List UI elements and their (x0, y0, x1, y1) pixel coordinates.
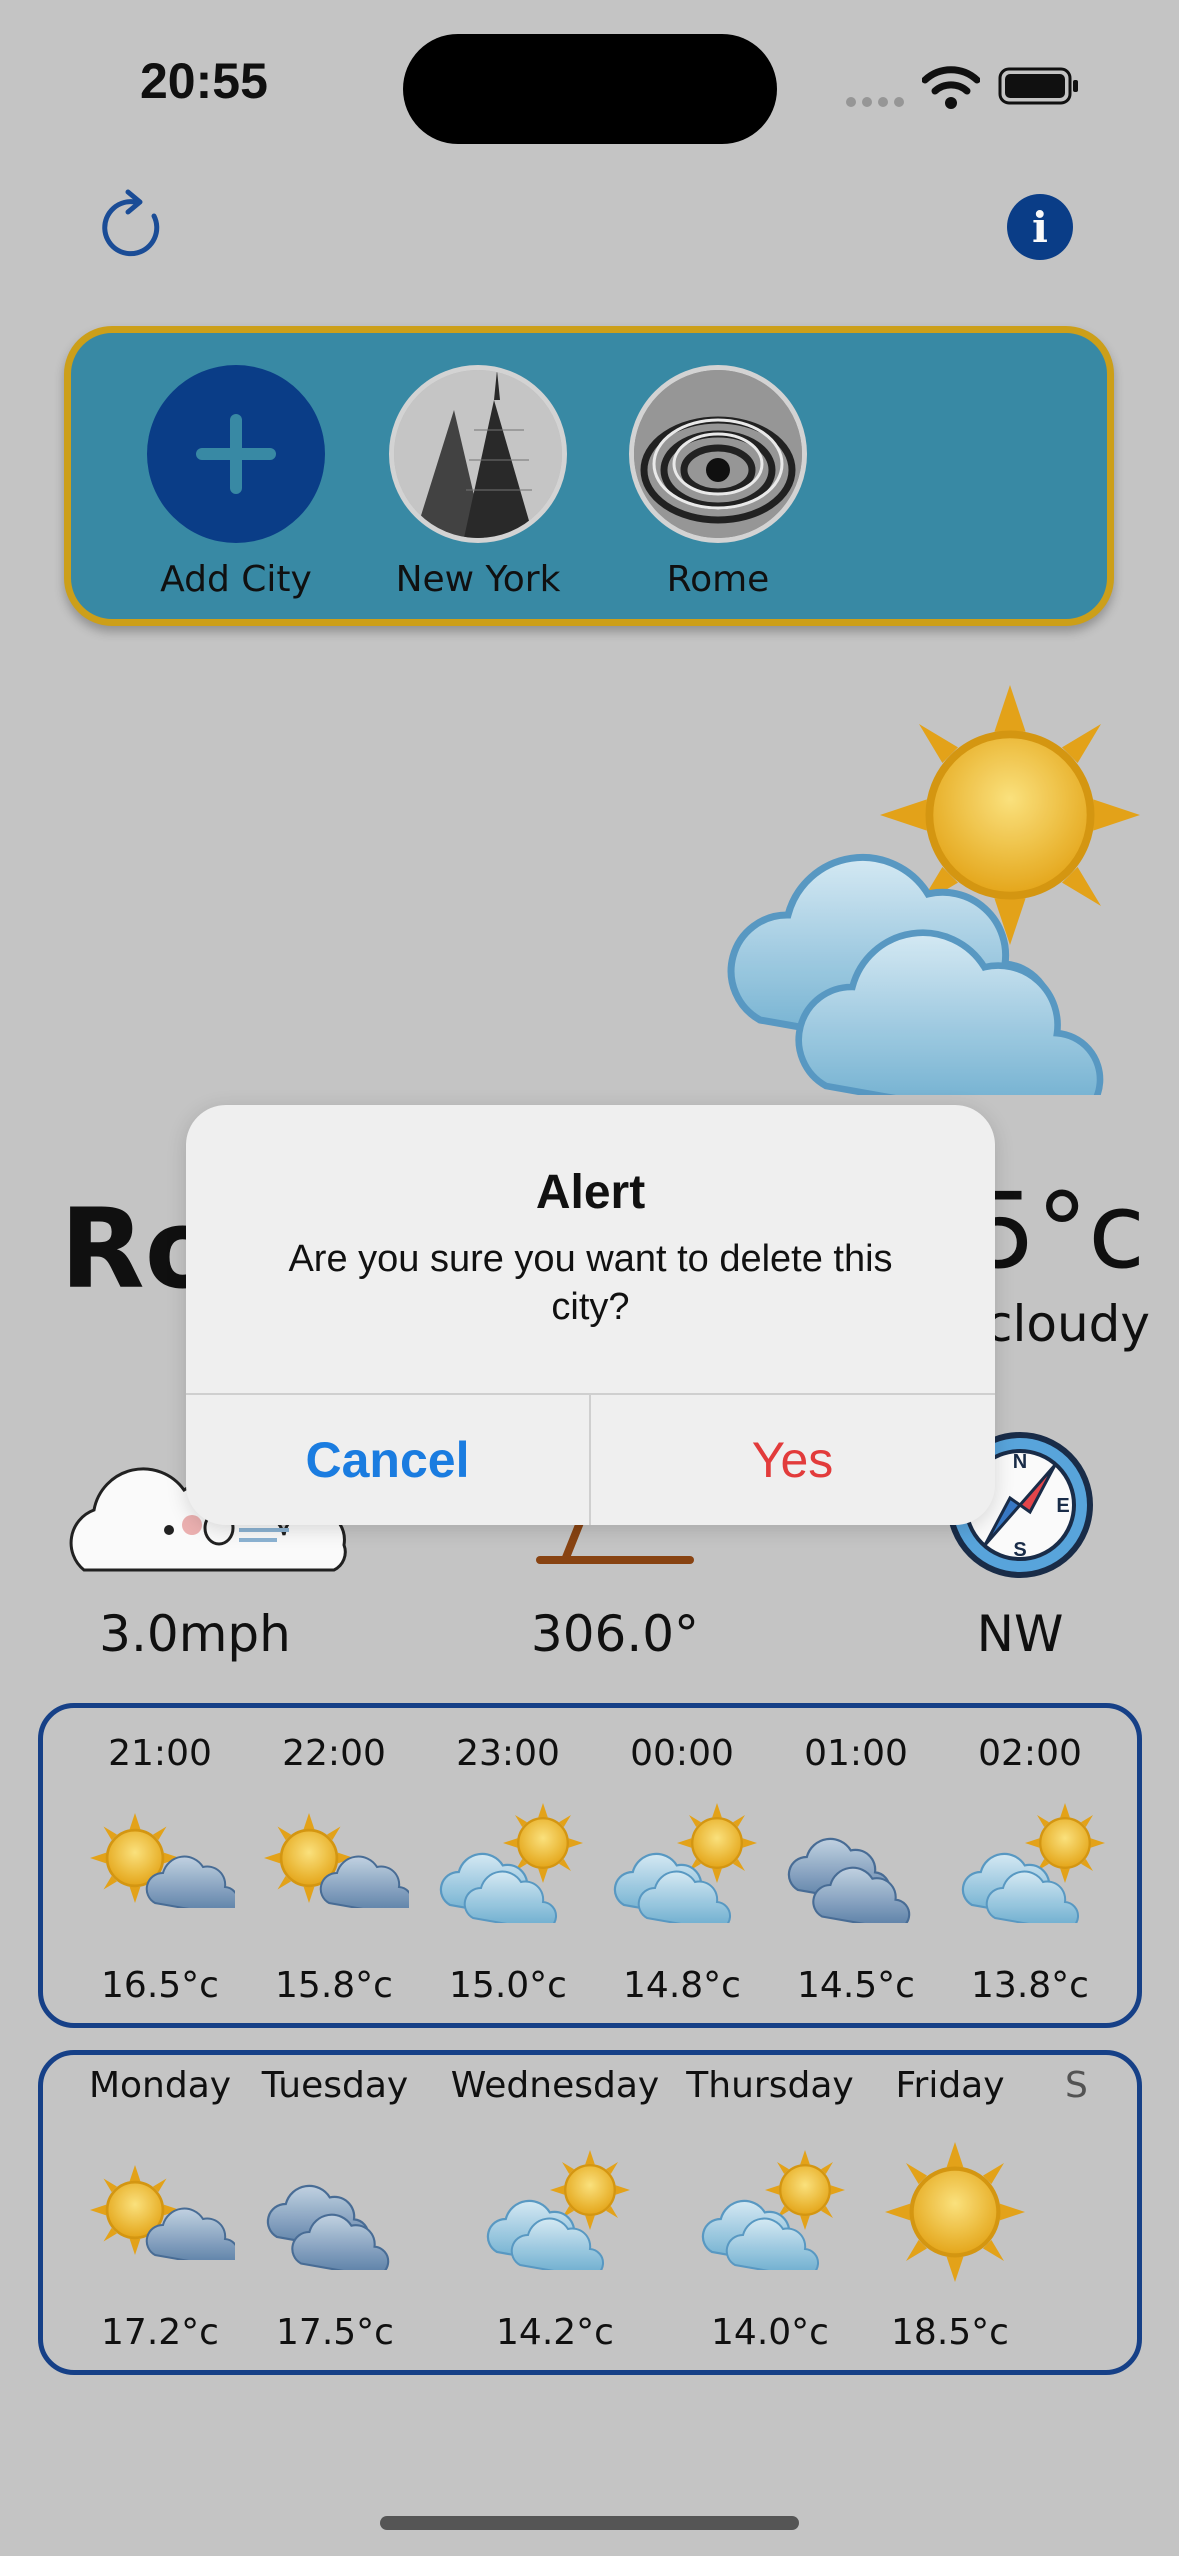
alert-message: Are you sure you want to delete this cit… (288, 1238, 893, 1328)
alert-dialog: Alert Are you sure you want to delete th… (186, 1105, 995, 1525)
alert-title: Alert (535, 1166, 646, 1219)
cancel-button[interactable]: Cancel (186, 1395, 589, 1525)
home-indicator[interactable] (380, 2516, 799, 2530)
yes-button[interactable]: Yes (591, 1395, 994, 1525)
